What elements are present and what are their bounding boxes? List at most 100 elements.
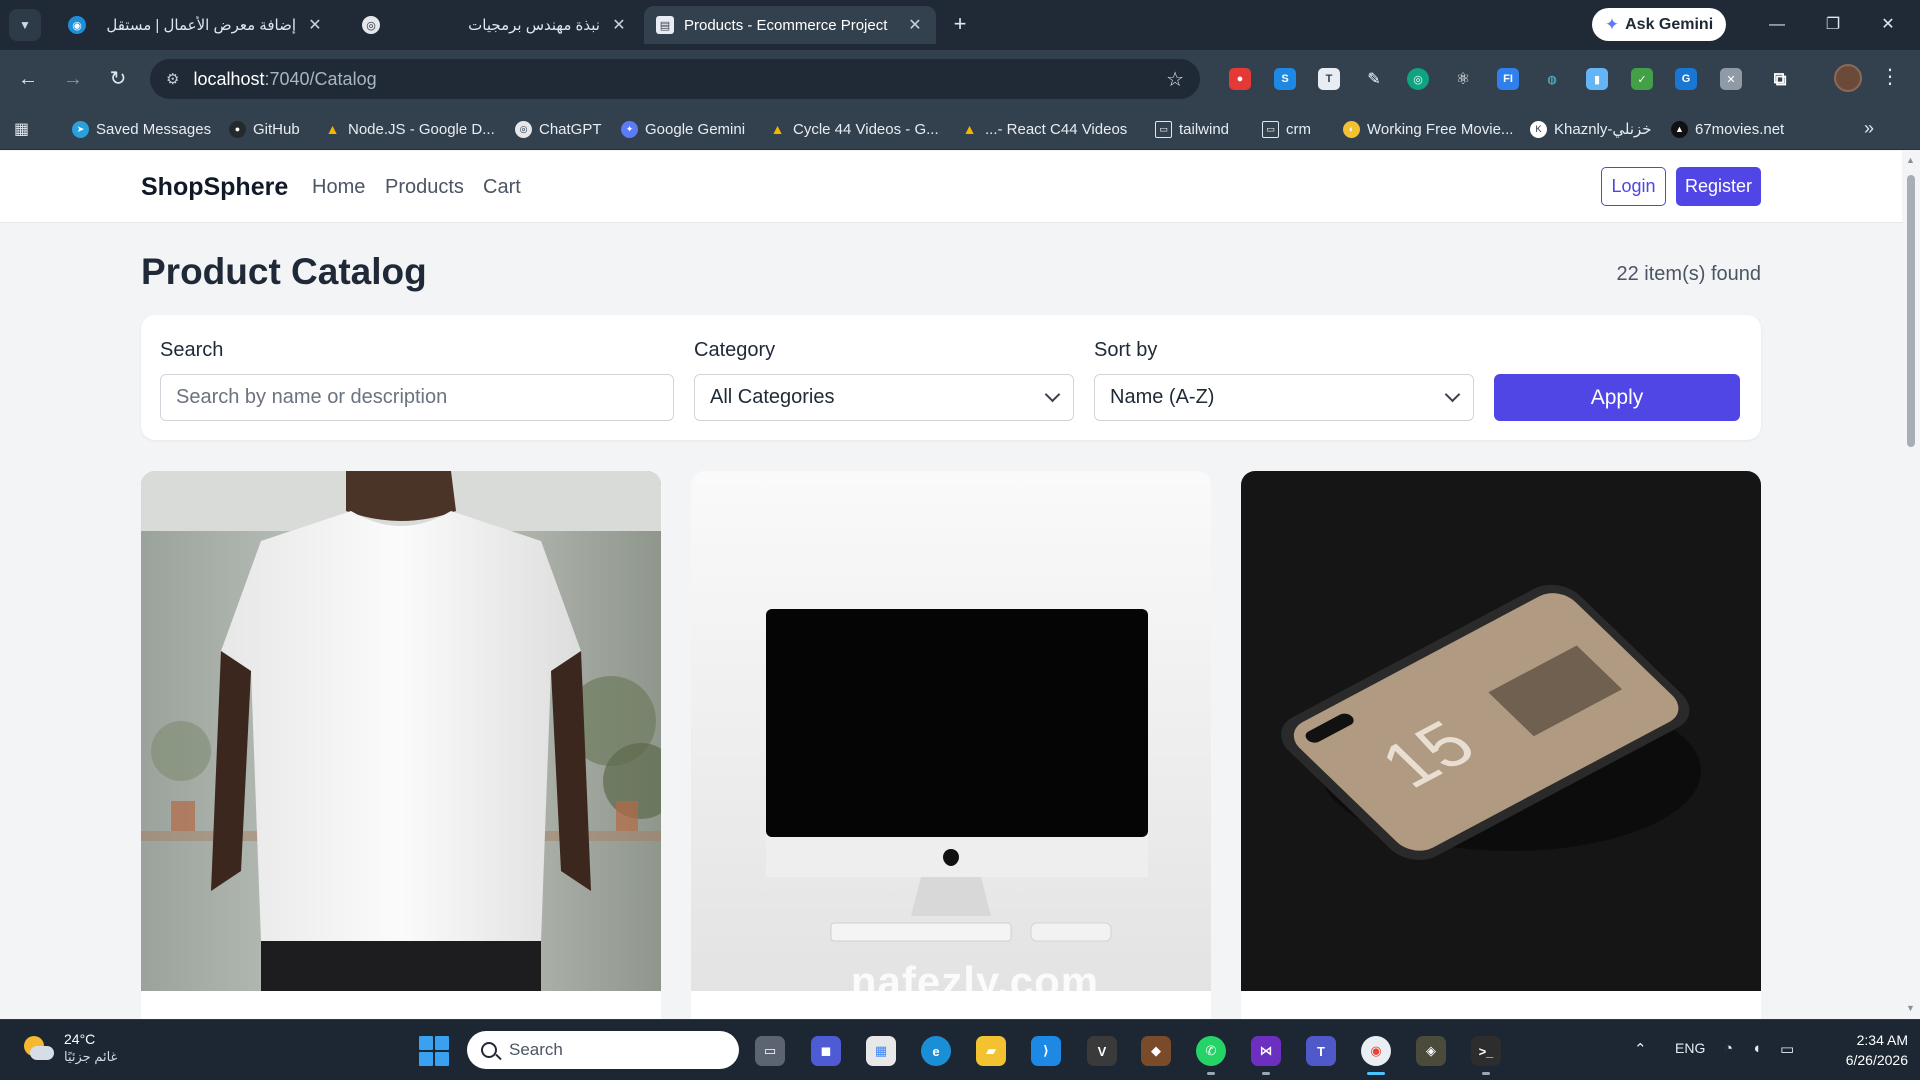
tab-mostaql[interactable]: ◉ إضافة معرض الأعمال | مستقل ✕ bbox=[56, 6, 336, 44]
tab-title: Products - Ecommerce Project bbox=[684, 16, 888, 34]
game-launcher-icon[interactable]: ◆ bbox=[1141, 1036, 1171, 1066]
nav-products-link[interactable]: Products bbox=[385, 176, 464, 199]
tab-title: نبذة مهندس برمجيات bbox=[468, 17, 600, 34]
shazam-extension-icon[interactable]: S bbox=[1274, 68, 1296, 90]
windows-taskbar: 24°C غائم جزئيًا Search ▭ ◼ ▦ e ▰ ⟩ V ◆ … bbox=[0, 1019, 1920, 1080]
bookmark-item[interactable]: ▲ 67movies.net bbox=[1671, 118, 1784, 140]
wifi-icon[interactable]: ◔ bbox=[1724, 1040, 1733, 1057]
gamepad-extension-icon[interactable]: ✕ bbox=[1720, 68, 1742, 90]
product-image-iphone-15[interactable]: 15 bbox=[1241, 471, 1761, 991]
apply-filters-button[interactable]: Apply bbox=[1494, 374, 1740, 421]
browser-menu-icon[interactable]: ⋮ bbox=[1880, 64, 1900, 89]
fi-extension-icon[interactable]: FI bbox=[1497, 68, 1519, 90]
bookmark-item[interactable]: ✦ Google Gemini bbox=[621, 118, 745, 140]
teams-icon[interactable]: T bbox=[1306, 1036, 1336, 1066]
bookmark-item[interactable]: ▲ ...- React C44 Videos bbox=[961, 118, 1128, 140]
weather-widget[interactable]: 24°C غائم جزئيًا bbox=[22, 1030, 117, 1066]
search-label: Search bbox=[160, 339, 224, 361]
extensions-puzzle-icon[interactable]: ⧉ bbox=[1769, 68, 1791, 90]
tab-close-icon[interactable]: ✕ bbox=[906, 15, 924, 35]
battery-icon[interactable]: ▭ bbox=[1780, 1040, 1794, 1058]
tab-search-chevron-icon[interactable]: ▼ bbox=[9, 9, 41, 41]
category-selected-value: All Categories bbox=[710, 386, 835, 408]
ask-gemini-button[interactable]: ✦ Ask Gemini bbox=[1592, 8, 1726, 41]
chatgpt-extension-icon[interactable]: ◎ bbox=[1407, 68, 1429, 90]
bookmark-item[interactable]: ● GitHub bbox=[229, 118, 300, 140]
file-explorer-icon[interactable]: ▰ bbox=[976, 1036, 1006, 1066]
bookmark-item[interactable]: K Khaznly-خزنلي bbox=[1530, 118, 1652, 140]
whatsapp-icon[interactable]: ✆ bbox=[1196, 1036, 1226, 1075]
bookmark-item[interactable]: ◐ Working Free Movie... bbox=[1343, 118, 1513, 140]
bookmark-item[interactable]: ▭ crm bbox=[1262, 118, 1311, 140]
bookmark-label: Khaznly-خزنلي bbox=[1554, 121, 1652, 138]
forward-arrow-icon[interactable]: → bbox=[57, 63, 89, 95]
tab-products[interactable]: ▤ Products - Ecommerce Project ✕ bbox=[644, 6, 936, 44]
bookmark-star-icon[interactable]: ☆ bbox=[1166, 67, 1184, 92]
bookmark-item[interactable]: ▲ Cycle 44 Videos - G... bbox=[769, 118, 939, 140]
address-bar[interactable]: ⚙ localhost:7040/Catalog ☆ bbox=[150, 59, 1200, 99]
apps-grid-icon[interactable]: ▦ bbox=[14, 119, 34, 139]
game-app-icon[interactable]: V bbox=[1087, 1036, 1117, 1066]
close-window-icon[interactable]: ✕ bbox=[1873, 10, 1903, 40]
page-viewport: ShopSphere Home Products Cart Login Regi… bbox=[0, 151, 1920, 1019]
product-card[interactable] bbox=[691, 471, 1211, 1019]
translate-t-extension-icon[interactable]: T bbox=[1318, 68, 1340, 90]
chrome-icon[interactable]: ◉ bbox=[1361, 1036, 1391, 1075]
bookmark-item[interactable]: ◎ ChatGPT bbox=[515, 118, 602, 140]
more-bookmarks-chevron-icon[interactable]: » bbox=[1864, 118, 1874, 139]
language-indicator[interactable]: ENG bbox=[1675, 1040, 1705, 1056]
restore-icon[interactable]: ❐ bbox=[1818, 10, 1848, 40]
minimize-icon[interactable]: — bbox=[1762, 10, 1792, 40]
back-arrow-icon[interactable]: ← bbox=[12, 63, 44, 95]
meet-chat-icon[interactable]: ◼ bbox=[811, 1036, 841, 1066]
scroll-up-arrow-icon[interactable]: ▲ bbox=[1906, 155, 1915, 165]
adblock-extension-icon[interactable]: ● bbox=[1229, 68, 1251, 90]
docs-extension-icon[interactable]: ▮ bbox=[1586, 68, 1608, 90]
page-scrollbar[interactable]: ▲ ▼ bbox=[1902, 151, 1920, 1019]
visual-studio-icon[interactable]: ⋈ bbox=[1251, 1036, 1281, 1075]
edge-browser-icon[interactable]: e bbox=[921, 1036, 951, 1066]
shield-extension-icon[interactable]: ✓ bbox=[1631, 68, 1653, 90]
tray-overflow-chevron-icon[interactable]: ⌃ bbox=[1634, 1040, 1647, 1058]
windows-start-icon[interactable] bbox=[419, 1036, 449, 1066]
bookmark-item[interactable]: ▲ Node.JS - Google D... bbox=[324, 118, 495, 140]
react-devtools-extension-icon[interactable]: ⚛ bbox=[1452, 68, 1474, 90]
scroll-down-arrow-icon[interactable]: ▼ bbox=[1906, 1003, 1915, 1013]
brand-logo[interactable]: ShopSphere bbox=[141, 173, 288, 202]
category-select[interactable]: All Categories bbox=[694, 374, 1074, 421]
profile-avatar[interactable] bbox=[1834, 64, 1862, 92]
search-input[interactable]: Search by name or description bbox=[160, 374, 674, 421]
game-app-2-icon[interactable]: ◈ bbox=[1416, 1036, 1446, 1066]
product-card[interactable]: 15 bbox=[1241, 471, 1761, 1019]
product-card[interactable] bbox=[141, 471, 661, 1019]
reload-icon[interactable]: ↻ bbox=[102, 63, 134, 95]
tab-close-icon[interactable]: ✕ bbox=[306, 15, 324, 35]
github-icon: ● bbox=[229, 120, 246, 138]
register-button[interactable]: Register bbox=[1676, 167, 1761, 206]
nav-cart-link[interactable]: Cart bbox=[483, 176, 521, 199]
product-image-white-tshirt[interactable] bbox=[141, 471, 661, 991]
site-info-icon[interactable]: ⚙ bbox=[166, 70, 179, 88]
eyedropper-extension-icon[interactable]: ✎ bbox=[1363, 68, 1385, 90]
nav-home-link[interactable]: Home bbox=[312, 176, 365, 199]
sort-select[interactable]: Name (A-Z) bbox=[1094, 374, 1474, 421]
taskbar-search-label: Search bbox=[509, 1040, 563, 1059]
product-image-imac-computer[interactable] bbox=[691, 471, 1211, 991]
scrollbar-thumb[interactable] bbox=[1907, 175, 1915, 447]
system-clock[interactable]: 2:34 AM 6/26/2026 bbox=[1812, 1030, 1908, 1070]
tab-close-icon[interactable]: ✕ bbox=[610, 15, 628, 35]
new-tab-plus-icon[interactable]: + bbox=[948, 13, 972, 37]
terminal-icon[interactable]: >_ bbox=[1471, 1036, 1501, 1075]
bookmark-item[interactable]: ▭ tailwind bbox=[1155, 118, 1229, 140]
camera-extension-icon[interactable]: ◍ bbox=[1541, 68, 1563, 90]
bookmark-item[interactable]: ➤ Saved Messages bbox=[72, 118, 211, 140]
task-view-icon[interactable]: ▭ bbox=[755, 1036, 785, 1066]
google-translate-extension-icon[interactable]: G bbox=[1675, 68, 1697, 90]
folder-icon: ▭ bbox=[1262, 120, 1279, 138]
taskbar-search-box[interactable]: Search bbox=[467, 1031, 739, 1069]
vscode-icon[interactable]: ⟩ bbox=[1031, 1036, 1061, 1066]
volume-icon[interactable]: ◖ bbox=[1752, 1040, 1761, 1057]
login-button[interactable]: Login bbox=[1601, 167, 1666, 206]
microsoft-store-icon[interactable]: ▦ bbox=[866, 1036, 896, 1066]
tab-chatgpt[interactable]: ◎ نبذة مهندس برمجيات ✕ bbox=[350, 6, 640, 44]
